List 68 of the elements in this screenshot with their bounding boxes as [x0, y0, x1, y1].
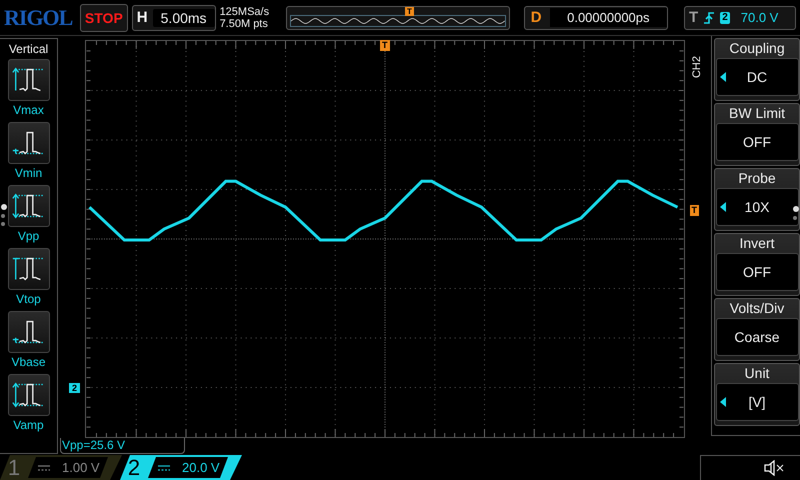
sample-rate: 125MSa/s	[220, 6, 270, 18]
menu-item-title: Volts/Div	[730, 299, 784, 318]
rising-edge-icon	[703, 10, 716, 24]
trigger-position-marker[interactable]: T	[380, 40, 390, 51]
dc-coupling-icon	[38, 464, 50, 470]
dc-coupling-icon	[158, 464, 170, 470]
menu-item-value: OFF	[743, 134, 771, 150]
trigger-box[interactable]: T 2 70.0 V	[684, 6, 796, 30]
menu-item[interactable]: Invert OFF	[714, 233, 800, 296]
delay-label: D	[530, 9, 542, 26]
menu-item-value: DC	[746, 69, 768, 85]
menu-item[interactable]: Volts/Div Coarse	[714, 298, 800, 361]
menu-item[interactable]: Probe 10X	[714, 168, 800, 231]
menu-item-value: Coarse	[734, 329, 780, 345]
pulse-measure-icon	[8, 185, 50, 227]
menu-item-value-box[interactable]: Coarse	[716, 318, 798, 356]
menu-item-value-box[interactable]: OFF	[716, 123, 798, 161]
pulse-measure-icon	[8, 122, 50, 164]
measure-button[interactable]: Vamp	[8, 374, 50, 432]
pulse-measure-icon	[8, 59, 50, 101]
measure-button[interactable]: Vmin	[8, 122, 50, 180]
channel-label: CH2	[691, 56, 703, 78]
pulse-measure-icon	[8, 311, 50, 353]
timebase-box[interactable]: H 5.00ms	[132, 4, 216, 30]
measure-button[interactable]: Vpp	[8, 185, 50, 243]
menu-item-title: BW Limit	[729, 104, 785, 123]
menu-item[interactable]: Coupling DC	[714, 38, 800, 101]
measure-button[interactable]: Vmax	[8, 59, 50, 117]
channel-tab[interactable]: 2 20.0 V	[120, 455, 242, 480]
menu-item-title: Unit	[744, 364, 770, 383]
delay-box[interactable]: D 0.00000000ps	[524, 6, 668, 30]
menu-item-title: Invert	[739, 234, 774, 253]
menu-item[interactable]: BW Limit OFF	[714, 103, 800, 166]
menu-item-title: Coupling	[729, 39, 785, 58]
menu-item-value-box[interactable]: OFF	[716, 253, 798, 291]
menu-item-value: OFF	[743, 264, 771, 280]
measurement-readout: Vpp=25.6 V	[60, 438, 185, 454]
trigger-level: 70.0 V	[740, 10, 778, 25]
pulse-measure-icon	[8, 248, 50, 290]
measure-button[interactable]: Vbase	[8, 311, 50, 369]
trigger-position-marker: T	[405, 6, 414, 16]
memory-depth: 7.50M pts	[220, 18, 269, 30]
option-arrow-icon	[720, 397, 726, 407]
measure-button[interactable]: Vtop	[8, 248, 50, 306]
run-state[interactable]: STOP	[80, 4, 128, 32]
channel-tab[interactable]: 1 1.00 V	[0, 455, 122, 480]
channel-ground-marker[interactable]: 2	[69, 383, 80, 393]
brand-logo: RIGOL	[4, 4, 74, 30]
pulse-measure-icon	[8, 374, 50, 416]
mute-icon[interactable]	[764, 460, 784, 476]
trigger-label: T	[689, 9, 698, 26]
menu-item-title: Probe	[738, 169, 776, 188]
menu-item-value-box[interactable]: DC	[716, 58, 798, 96]
menu-item-value-box[interactable]: 10X	[716, 188, 798, 226]
trigger-level-marker[interactable]: T	[690, 205, 699, 216]
menu-item-value: 10X	[744, 199, 770, 215]
option-arrow-icon	[720, 202, 726, 212]
delay-value: 0.00000000ps	[550, 8, 668, 27]
channel-scale: 20.0 V	[182, 460, 220, 475]
horizontal-label: H	[136, 9, 148, 26]
menu-item-value: [V]	[748, 394, 766, 410]
channel-scale: 1.00 V	[62, 460, 100, 475]
timebase-value: 5.00ms	[152, 8, 215, 26]
panel-title: Vertical	[8, 42, 48, 56]
trigger-source: 2	[720, 12, 730, 24]
menu-item[interactable]: Unit [V]	[714, 363, 800, 426]
option-arrow-icon	[720, 72, 726, 82]
menu-item-value-box[interactable]: [V]	[716, 383, 798, 421]
